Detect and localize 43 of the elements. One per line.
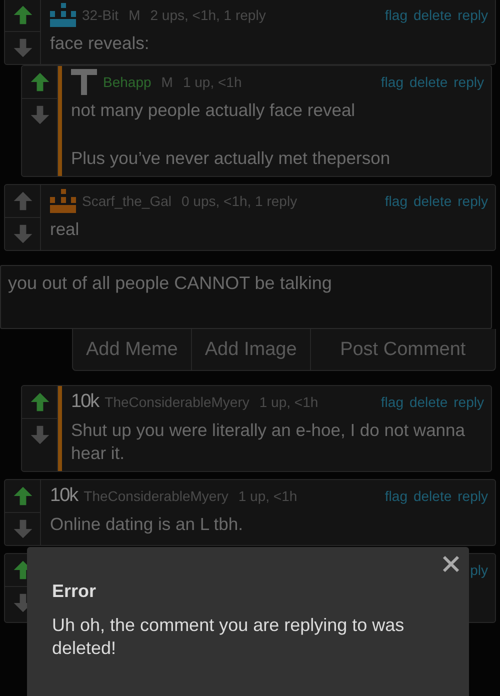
action-link[interactable]: reply [458,488,488,504]
downvote-icon[interactable] [28,424,50,446]
form-button[interactable]: Add Image [192,329,311,370]
downvote-icon[interactable] [12,223,34,245]
action-link[interactable]: flag [384,7,408,23]
action-link[interactable]: flag [380,394,404,410]
upvote-icon[interactable] [12,4,34,26]
action-link[interactable]: reply [454,74,484,90]
action-link[interactable]: flag [384,193,408,209]
downvote-icon[interactable] [12,518,34,540]
action-link[interactable]: reply [458,193,488,209]
upvote-icon[interactable] [28,391,50,413]
form-button[interactable]: Add Meme [73,329,192,370]
action-link[interactable]: delete [413,7,452,23]
comment-input[interactable]: you out of all people CANNOT be talking [0,265,492,329]
comment-text: real [50,218,80,241]
comment-text: not many people actually face reveal [71,99,356,122]
comment-text: Plus you’ve never actually met theperson [71,147,392,170]
username[interactable]: Behapp [103,74,152,90]
avatar-label: 10k [71,390,99,414]
avatar-icon [71,69,97,95]
action-link[interactable]: flag [380,74,404,90]
comment-text: Online dating is an L tbh. [50,513,244,536]
action-link[interactable]: ply [470,562,488,578]
comment-text: face reveals: [50,32,150,55]
action-link[interactable]: delete [413,193,452,209]
avatar-label: 10k [50,484,78,508]
action-link[interactable]: reply [458,7,488,23]
downvote-icon[interactable] [28,104,50,126]
action-link[interactable]: delete [409,74,448,90]
upvote-icon[interactable] [28,71,50,93]
upvote-icon[interactable] [12,485,34,507]
dialog-title: Error [52,581,98,602]
action-link[interactable]: delete [409,394,448,410]
comment-text: Shut up you were literally an e-hoe, I do not wanna hear it. [71,419,466,465]
action-link[interactable]: reply [454,394,484,410]
close-icon [441,554,461,574]
action-link[interactable]: flag [384,488,408,504]
dialog-message: Uh oh, the comment you are replying to was deleted! [52,614,406,660]
form-button[interactable]: Post Comment [310,329,495,370]
downvote-icon[interactable] [12,37,34,59]
action-link[interactable]: delete [413,488,452,504]
upvote-icon[interactable] [12,190,34,212]
